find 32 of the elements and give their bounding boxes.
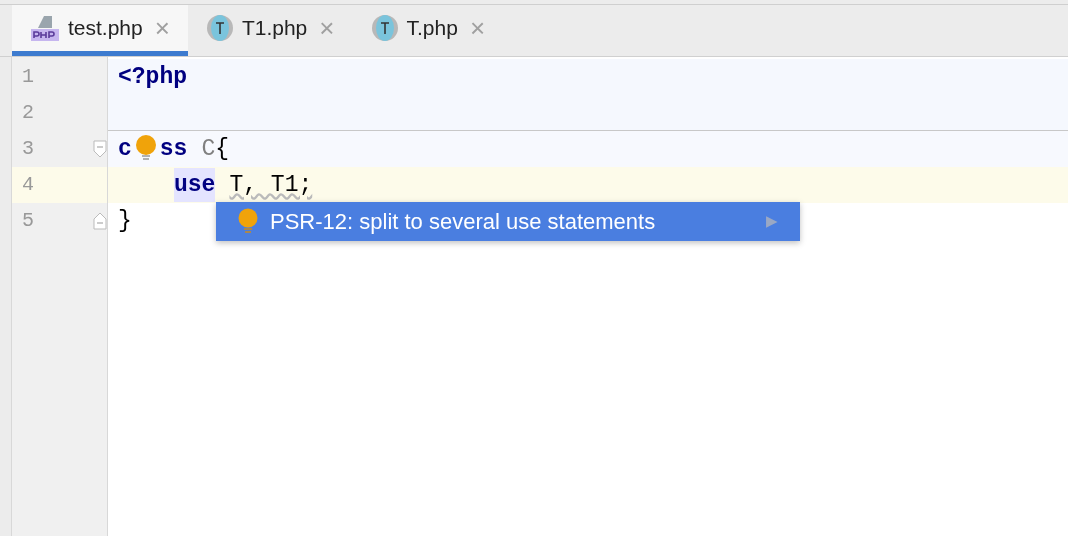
line-number: 4 <box>22 172 34 198</box>
fold-icon[interactable] <box>93 140 107 158</box>
code-token: use <box>174 167 216 203</box>
trait-icon <box>370 14 399 42</box>
close-icon[interactable]: × <box>469 15 486 41</box>
tab-label: test.php <box>68 15 143 42</box>
fold-icon[interactable] <box>93 212 107 230</box>
lightbulb-icon[interactable] <box>134 135 157 163</box>
file-tab[interactable]: T.php × <box>352 5 504 56</box>
line-number: 2 <box>22 100 34 126</box>
tab-label: T1.php <box>241 15 308 42</box>
close-icon[interactable]: × <box>319 15 335 41</box>
file-tab[interactable]: T1.php × <box>187 5 353 56</box>
trait-icon <box>205 14 234 42</box>
intention-popup[interactable]: PSR-12: split to several use statements ▶ <box>216 202 800 241</box>
code-token: ss <box>159 134 188 164</box>
popup-label: PSR-12: split to several use statements <box>270 208 656 236</box>
line-number: 5 <box>22 208 34 234</box>
close-icon[interactable]: × <box>154 15 170 41</box>
php-file-icon <box>30 14 60 42</box>
tab-label: T.php <box>406 15 458 42</box>
submenu-arrow: ▶ <box>766 211 778 232</box>
code-token: C <box>201 134 216 164</box>
code-token: c <box>118 134 132 164</box>
line-number: 1 <box>22 64 34 90</box>
code-token: T, T1; <box>229 170 313 200</box>
code-token: } <box>118 206 132 236</box>
code-token: <?php <box>118 62 187 92</box>
code-token: { <box>215 134 230 164</box>
file-tab[interactable]: test.php × <box>12 5 188 56</box>
line-number: 3 <box>22 136 34 162</box>
lightbulb-icon <box>238 207 258 236</box>
